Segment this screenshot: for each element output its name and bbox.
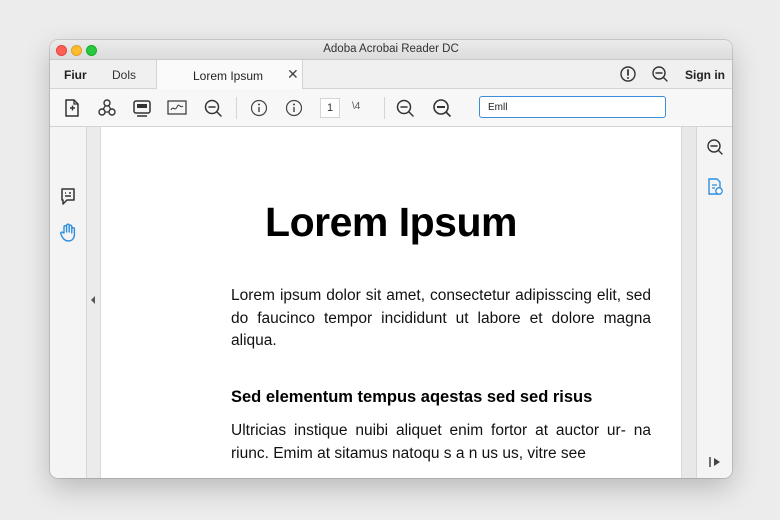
info-icon[interactable] xyxy=(248,97,270,119)
tab-home[interactable]: Fiur xyxy=(64,68,87,82)
sign-icon[interactable] xyxy=(166,97,188,119)
search-zoom-icon[interactable] xyxy=(705,137,725,157)
toolbar-divider xyxy=(384,97,385,119)
print-icon[interactable] xyxy=(131,97,153,119)
toolbar: 1 \4 xyxy=(50,89,732,127)
export-pdf-icon[interactable] xyxy=(705,177,725,197)
collapse-left-panel-icon[interactable] xyxy=(89,294,97,306)
document-paragraph: Lorem ipsum dolor sit amet, consectetur … xyxy=(231,287,651,349)
document-title: Lorem Ipsum xyxy=(265,199,517,245)
sign-in-button[interactable]: Sign in xyxy=(685,68,725,82)
vertical-scrollbar[interactable] xyxy=(681,127,696,478)
right-rail xyxy=(696,127,732,478)
tab-bar: Fiur Dols Lorem Ipsum ✕ Sign in xyxy=(50,60,732,89)
left-rail xyxy=(50,127,87,478)
left-panel-toggle-strip xyxy=(87,127,101,478)
tab-tools[interactable]: Dols xyxy=(112,68,136,82)
window-title: Adoba Acrobai Reader DC xyxy=(323,43,459,55)
zoom-out-icon[interactable] xyxy=(651,65,669,83)
hand-tool-icon[interactable] xyxy=(57,221,79,243)
share-icon[interactable] xyxy=(96,97,118,119)
zoom-out-icon[interactable] xyxy=(202,97,224,119)
zoom-fit-icon[interactable] xyxy=(431,97,453,119)
title-bar: Adoba Acrobai Reader DC xyxy=(50,40,732,60)
help-icon[interactable] xyxy=(619,65,637,83)
collapse-panel-icon[interactable] xyxy=(705,452,725,472)
zoom-out-icon[interactable] xyxy=(394,97,416,119)
search-input[interactable] xyxy=(479,96,666,118)
info-icon[interactable] xyxy=(283,97,305,119)
document-paragraph: Ultricias instique nuibi aliquet enim fo… xyxy=(231,422,651,462)
comment-icon[interactable] xyxy=(57,185,79,207)
document-heading: Sed elementum tempus aqestas sed sed ris… xyxy=(231,388,593,406)
document-tab-label: Lorem Ipsum xyxy=(193,69,264,83)
toolbar-divider xyxy=(236,97,237,119)
document-page: Lorem Ipsum Lorem ipsum dolor sit amet, … xyxy=(101,127,681,478)
tab-document[interactable]: Lorem Ipsum ✕ xyxy=(156,60,303,89)
app-window: Adoba Acrobai Reader DC Fiur Dols Lorem … xyxy=(50,40,732,478)
page-number-field[interactable]: 1 xyxy=(320,98,340,118)
page-count: \4 xyxy=(352,101,361,112)
close-tab-button[interactable]: ✕ xyxy=(287,66,299,83)
create-pdf-icon[interactable] xyxy=(61,97,83,119)
